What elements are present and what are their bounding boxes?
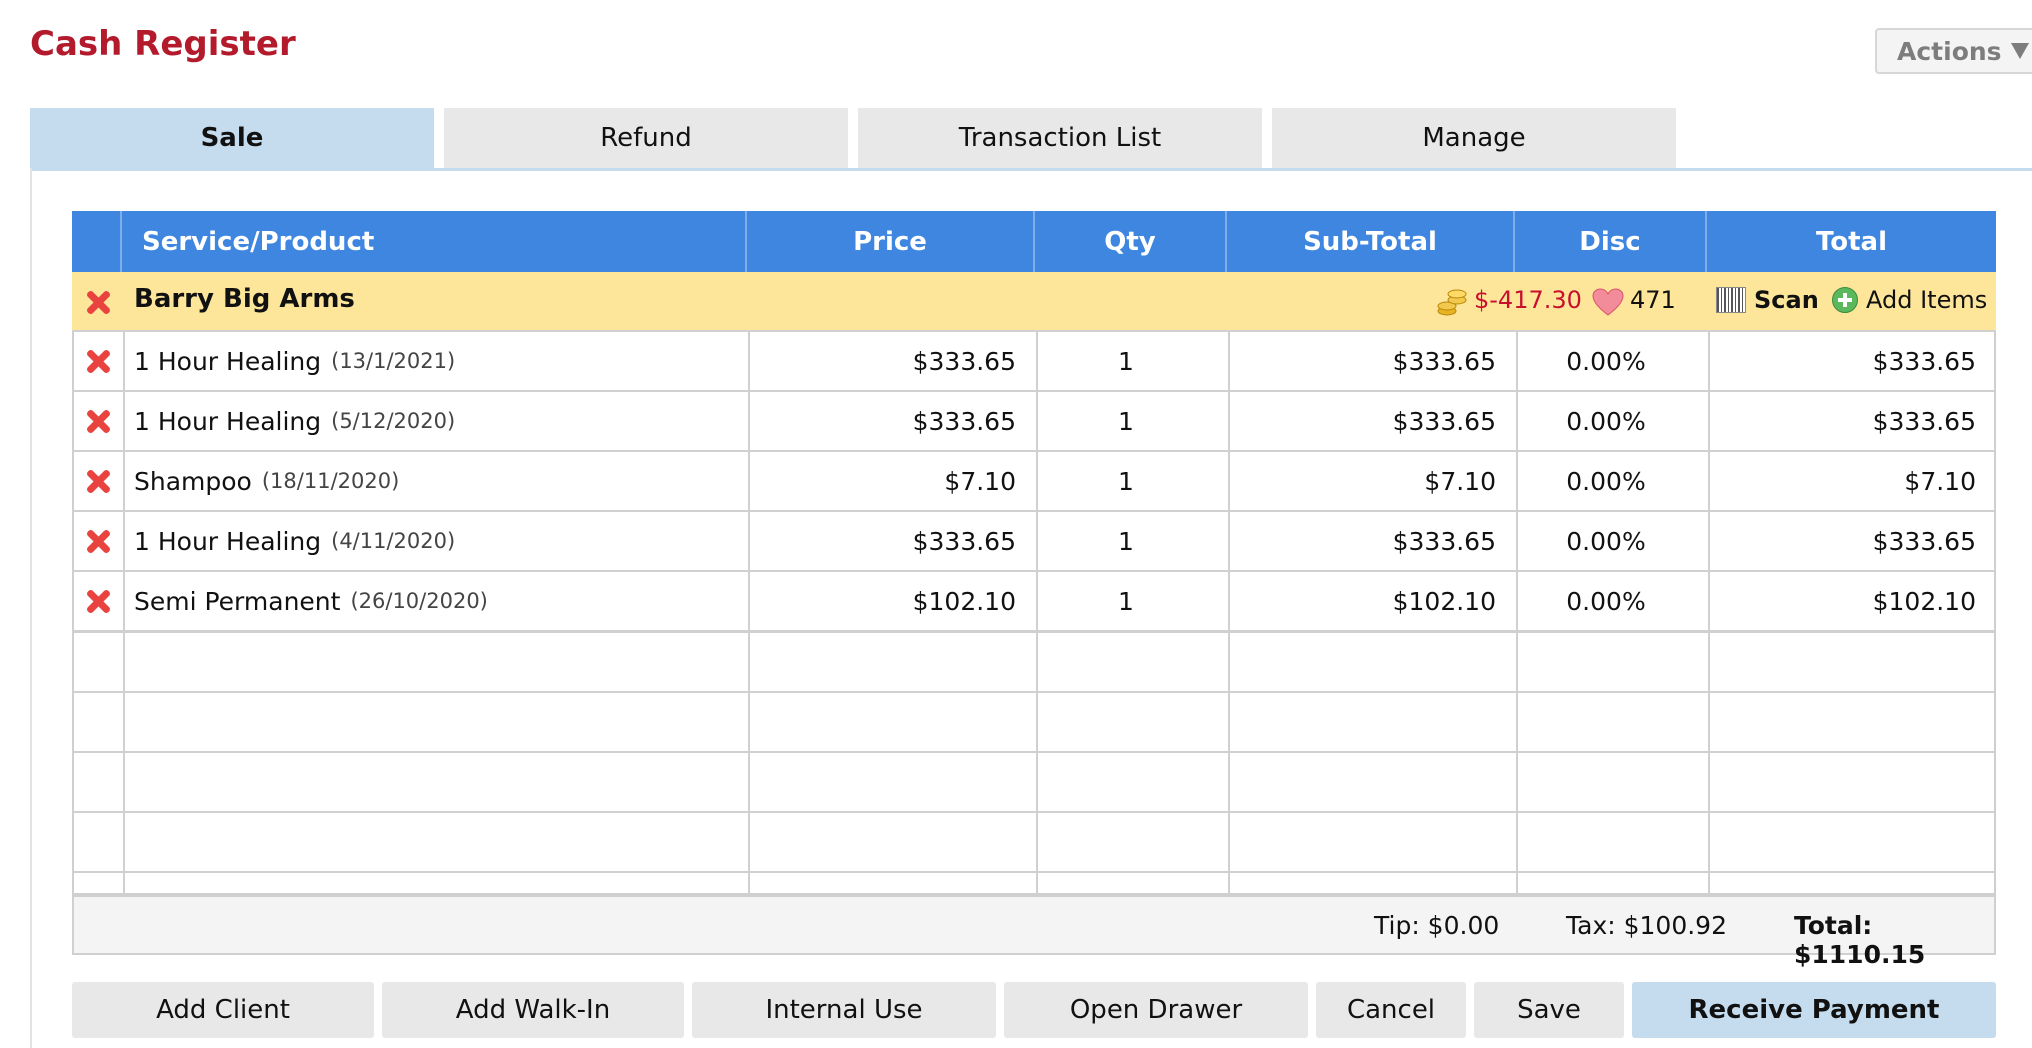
item-disc[interactable]: 0.00% xyxy=(1516,332,1696,390)
loyalty-points: 471 xyxy=(1630,286,1676,314)
table-row: 1 Hour Healing (5/12/2020) $333.65 1 $333… xyxy=(72,392,1996,452)
item-qty[interactable]: 1 xyxy=(1036,572,1216,630)
item-price[interactable]: $333.65 xyxy=(748,332,1016,390)
action-buttons: Add Client Add Walk-In Internal Use Open… xyxy=(72,982,1996,1038)
add-items-button[interactable]: Add Items xyxy=(1832,286,1987,314)
column-header-subtotal[interactable]: Sub-Total xyxy=(1227,211,1515,272)
item-date: (4/11/2020) xyxy=(331,529,456,553)
actions-label: Actions xyxy=(1897,36,2002,66)
scan-button[interactable]: Scan xyxy=(1716,286,1819,314)
item-disc[interactable]: 0.00% xyxy=(1516,572,1696,630)
add-walk-in-button[interactable]: Add Walk-In xyxy=(382,982,684,1038)
item-qty[interactable]: 1 xyxy=(1036,392,1216,450)
page-title: Cash Register xyxy=(30,24,296,64)
item-date: (18/11/2020) xyxy=(261,469,400,493)
table-row: 1 Hour Healing (13/1/2021) $333.65 1 $333… xyxy=(72,332,1996,392)
tab-bar: Sale Refund Transaction List Manage xyxy=(30,108,1676,168)
table-row: Shampoo (18/11/2020) $7.10 1 $7.10 0.00% … xyxy=(72,452,1996,512)
tab-refund[interactable]: Refund xyxy=(444,108,848,168)
column-header-total[interactable]: Total xyxy=(1707,211,1996,272)
delete-client-icon[interactable] xyxy=(85,289,111,315)
actions-button[interactable]: Actions xyxy=(1875,28,2032,74)
plus-circle-icon xyxy=(1832,287,1858,313)
item-subtotal: $333.65 xyxy=(1392,526,1496,556)
item-total: $333.65 xyxy=(1872,526,1976,556)
item-price[interactable]: $333.65 xyxy=(748,512,1016,570)
item-total: $333.65 xyxy=(1872,406,1976,436)
content-border xyxy=(30,168,32,1048)
column-header-delete xyxy=(72,211,122,272)
add-client-button[interactable]: Add Client xyxy=(72,982,374,1038)
column-header-disc[interactable]: Disc xyxy=(1515,211,1707,272)
tab-transaction-list[interactable]: Transaction List xyxy=(858,108,1262,168)
add-items-label: Add Items xyxy=(1866,286,1988,314)
table-row: Semi Permanent (26/10/2020) $102.10 1 $10… xyxy=(72,572,1996,632)
item-disc[interactable]: 0.00% xyxy=(1516,512,1696,570)
delete-item-icon[interactable] xyxy=(85,588,111,614)
item-name: Semi Permanent xyxy=(134,586,341,616)
totals-bar: Tip: $0.00 Tax: $100.92 Total: $1110.15 xyxy=(72,895,1996,969)
item-qty[interactable]: 1 xyxy=(1036,332,1216,390)
tip-amount[interactable]: Tip: $0.00 xyxy=(1374,911,1499,940)
client-row: Barry Big Arms $-417.30 471 Scan Add Ite… xyxy=(72,272,1996,332)
coins-icon xyxy=(1437,289,1467,316)
triangle-down-icon xyxy=(2010,43,2029,59)
column-header-price[interactable]: Price xyxy=(747,211,1035,272)
item-name-cell[interactable]: 1 Hour Healing (13/1/2021) xyxy=(134,332,455,390)
delete-item-icon[interactable] xyxy=(85,468,111,494)
item-price[interactable]: $7.10 xyxy=(748,452,1016,510)
item-date: (13/1/2021) xyxy=(331,349,456,373)
delete-item-icon[interactable] xyxy=(85,348,111,374)
item-total: $7.10 xyxy=(1904,466,1976,496)
heart-icon xyxy=(1592,288,1624,316)
item-date: (26/10/2020) xyxy=(350,589,488,613)
delete-item-icon[interactable] xyxy=(85,528,111,554)
client-balance: $-417.30 xyxy=(1474,286,1582,314)
receive-payment-button[interactable]: Receive Payment xyxy=(1632,982,1996,1038)
item-name: 1 Hour Healing xyxy=(134,346,322,376)
open-drawer-button[interactable]: Open Drawer xyxy=(1004,982,1308,1038)
item-qty[interactable]: 1 xyxy=(1036,512,1216,570)
item-subtotal: $333.65 xyxy=(1392,406,1496,436)
item-name-cell[interactable]: 1 Hour Healing (4/11/2020) xyxy=(134,512,455,570)
tab-manage[interactable]: Manage xyxy=(1272,108,1676,168)
cancel-button[interactable]: Cancel xyxy=(1316,982,1466,1038)
save-button[interactable]: Save xyxy=(1474,982,1624,1038)
item-name: Shampoo xyxy=(134,466,252,496)
item-subtotal: $102.10 xyxy=(1392,586,1496,616)
tab-underline xyxy=(30,168,2032,171)
tab-sale[interactable]: Sale xyxy=(30,108,434,168)
item-total: $102.10 xyxy=(1872,586,1976,616)
item-subtotal: $333.65 xyxy=(1392,346,1496,376)
scan-label: Scan xyxy=(1754,286,1819,314)
internal-use-button[interactable]: Internal Use xyxy=(692,982,996,1038)
grand-total: Total: $1110.15 xyxy=(1794,911,1926,969)
item-disc[interactable]: 0.00% xyxy=(1516,452,1696,510)
item-subtotal: $7.10 xyxy=(1424,466,1496,496)
item-name-cell[interactable]: 1 Hour Healing (5/12/2020) xyxy=(134,392,455,450)
table-row: 1 Hour Healing (4/11/2020) $333.65 1 $333… xyxy=(72,512,1996,572)
item-name-cell[interactable]: Shampoo (18/11/2020) xyxy=(134,452,399,510)
column-header-qty[interactable]: Qty xyxy=(1035,211,1227,272)
item-disc[interactable]: 0.00% xyxy=(1516,392,1696,450)
item-name-cell[interactable]: Semi Permanent (26/10/2020) xyxy=(134,572,488,630)
item-qty[interactable]: 1 xyxy=(1036,452,1216,510)
barcode-icon xyxy=(1716,287,1746,313)
column-header-service[interactable]: Service/Product xyxy=(122,211,747,272)
item-name: 1 Hour Healing xyxy=(134,406,322,436)
table-header: Service/Product Price Qty Sub-Total Disc… xyxy=(72,211,1996,272)
delete-item-icon[interactable] xyxy=(85,408,111,434)
item-date: (5/12/2020) xyxy=(331,409,456,433)
item-price[interactable]: $102.10 xyxy=(748,572,1016,630)
item-total: $333.65 xyxy=(1872,346,1976,376)
tax-amount: Tax: $100.92 xyxy=(1566,911,1727,940)
client-name[interactable]: Barry Big Arms xyxy=(134,284,355,314)
item-name: 1 Hour Healing xyxy=(134,526,322,556)
item-price[interactable]: $333.65 xyxy=(748,392,1016,450)
